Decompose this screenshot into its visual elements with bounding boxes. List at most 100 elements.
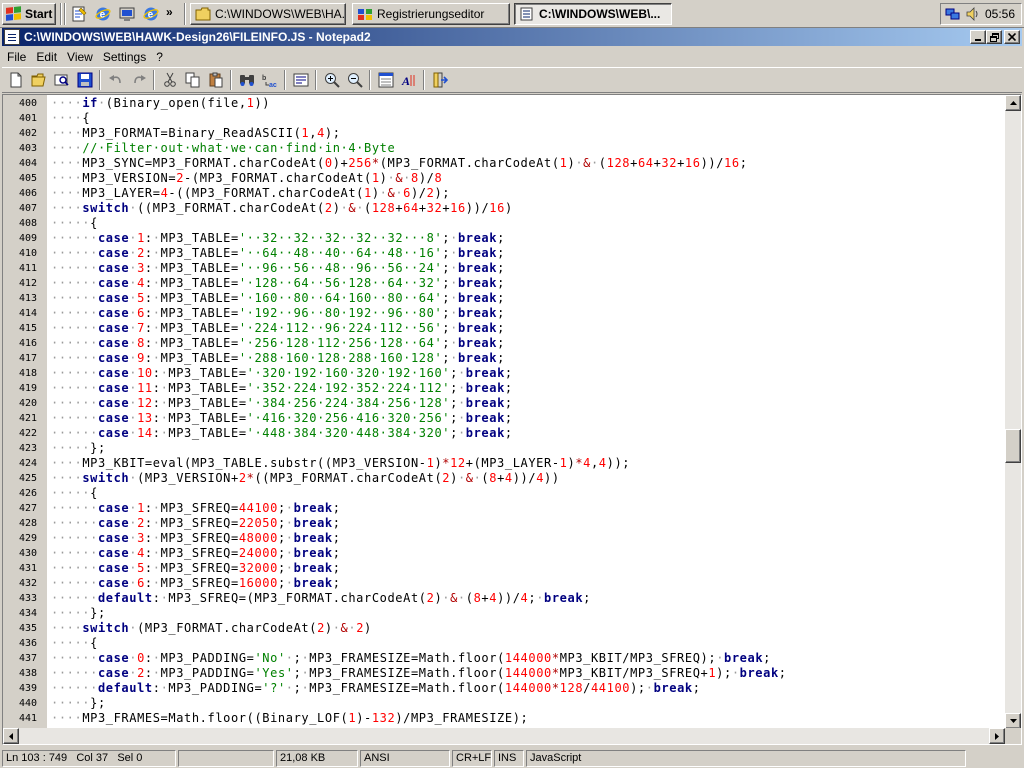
code-line: ·····{ — [51, 636, 98, 650]
scroll-down-button[interactable] — [1005, 713, 1021, 729]
menu-edit[interactable]: Edit — [31, 50, 62, 64]
network-icon[interactable] — [945, 6, 961, 22]
save-button[interactable] — [73, 69, 96, 91]
arrow-left-icon — [9, 732, 13, 740]
windows-logo-icon — [6, 6, 22, 22]
code-line: ······case·5:·MP3_TABLE='·160··80··64·16… — [51, 291, 505, 305]
toolbar-separator — [99, 70, 101, 90]
undo-button[interactable] — [104, 69, 127, 91]
menu-help[interactable]: ? — [151, 50, 168, 64]
svg-text:A: A — [401, 74, 410, 88]
replace-button[interactable]: b ac — [258, 69, 281, 91]
status-lexer[interactable]: JavaScript — [526, 750, 966, 767]
quicklaunch-chevron-icon[interactable]: » — [166, 5, 173, 19]
zoom-out-icon — [347, 73, 363, 88]
line-number: 422 — [18, 428, 37, 439]
status-line-endings[interactable]: CR+LF — [452, 750, 492, 767]
code-line: ······case·2:·MP3_SFREQ=22050;·break; — [51, 516, 341, 530]
find-icon — [239, 75, 254, 86]
toolbar-separator — [423, 70, 425, 90]
toolbar-separator — [153, 70, 155, 90]
restore-button[interactable] — [986, 30, 1002, 44]
zoom-in-button[interactable] — [320, 69, 343, 91]
code-line: ····switch·((MP3_FORMAT.charCodeAt(2)·&·… — [51, 201, 513, 215]
code-line: ····//·Filter·out·what·we·can·find·in·4·… — [51, 141, 396, 155]
redo-button[interactable] — [127, 69, 150, 91]
code-line: ······case·2:·MP3_TABLE='··64··48··40··6… — [51, 246, 505, 260]
code-line: ······case·14:·MP3_TABLE='·448·384·320·4… — [51, 426, 513, 440]
vertical-scroll-thumb[interactable] — [1005, 429, 1021, 463]
editor-area[interactable]: 400 401 402 403 404 405 406 407 408 409 410 411 412 4… — [2, 94, 1022, 745]
code-line: ·····{ — [51, 486, 98, 500]
status-encoding[interactable]: ANSI — [360, 750, 450, 767]
line-number: 404 — [18, 158, 37, 169]
cut-button[interactable] — [158, 69, 181, 91]
code-line: ······case·1:·MP3_SFREQ=44100;·break; — [51, 501, 341, 515]
exit-button[interactable] — [428, 69, 451, 91]
word-wrap-button[interactable] — [289, 69, 312, 91]
open-file-button[interactable] — [27, 69, 50, 91]
clock[interactable]: 05:56 — [985, 7, 1015, 21]
toolbar-separator — [284, 70, 286, 90]
line-number: 433 — [18, 593, 37, 604]
line-number: 423 — [18, 443, 37, 454]
scroll-right-button[interactable] — [989, 728, 1005, 744]
line-number: 441 — [18, 713, 37, 724]
scroll-left-button[interactable] — [3, 728, 19, 744]
line-number: 419 — [18, 383, 37, 394]
paste-button[interactable] — [204, 69, 227, 91]
close-button[interactable] — [1004, 30, 1020, 44]
status-insert-mode[interactable]: INS — [494, 750, 524, 767]
toolbar-separator — [369, 70, 371, 90]
notepad-icon[interactable] — [70, 5, 88, 23]
show-desktop-icon[interactable] — [118, 5, 136, 23]
code-view[interactable]: ····if·(Binary_open(file,1)) ····{····MP3… — [51, 95, 1005, 731]
toolbar-separator — [315, 70, 317, 90]
schemes-button[interactable] — [374, 69, 397, 91]
line-number: 406 — [18, 188, 37, 199]
copy-button[interactable] — [181, 69, 204, 91]
code-line: ····MP3_SYNC=MP3_FORMAT.charCodeAt(0)+25… — [51, 156, 748, 170]
browse-icon — [54, 74, 69, 86]
font-icon: A — [401, 74, 414, 88]
line-number: 412 — [18, 278, 37, 289]
code-line: ····{ — [51, 111, 91, 125]
new-file-button[interactable] — [4, 69, 27, 91]
start-button[interactable]: Start — [2, 3, 56, 25]
scroll-up-button[interactable] — [1005, 95, 1021, 111]
ie-icon[interactable]: e — [142, 5, 160, 23]
find-button[interactable] — [235, 69, 258, 91]
menu-file[interactable]: File — [2, 50, 31, 64]
start-label: Start — [25, 7, 53, 21]
arrow-up-icon — [1009, 101, 1017, 105]
line-number: 410 — [18, 248, 37, 259]
code-line: ······case·9:·MP3_TABLE='·288·160·128·28… — [51, 351, 505, 365]
menu-view[interactable]: View — [62, 50, 98, 64]
schemes-icon — [378, 72, 393, 88]
svg-text:b: b — [262, 75, 266, 82]
task-button-notepad2[interactable]: C:\WINDOWS\WEB\... — [514, 3, 672, 25]
browse-button[interactable] — [50, 69, 73, 91]
minimize-button[interactable] — [970, 30, 986, 44]
customize-schemes-button[interactable]: A — [397, 69, 420, 91]
line-number: 405 — [18, 173, 37, 184]
vertical-scrollbar[interactable] — [1005, 95, 1021, 729]
menu-settings[interactable]: Settings — [98, 50, 151, 64]
line-number: 414 — [18, 308, 37, 319]
code-line: ······default:·MP3_PADDING='?'·;·MP3_FRA… — [51, 681, 701, 695]
line-number: 432 — [18, 578, 37, 589]
line-number: 437 — [18, 653, 37, 664]
horizontal-scrollbar[interactable] — [3, 728, 1005, 744]
code-line: ······case·0:·MP3_PADDING='No'·;·MP3_FRA… — [51, 651, 771, 665]
notepad2-icon[interactable] — [4, 29, 20, 45]
ie-icon[interactable]: e — [94, 5, 112, 23]
notepad2-icon — [519, 7, 535, 21]
zoom-in-icon — [324, 73, 340, 88]
zoom-out-button[interactable] — [343, 69, 366, 91]
title-bar[interactable]: C:\WINDOWS\WEB\HAWK-Design26\FILEINFO.JS… — [2, 28, 1022, 46]
task-button-explorer[interactable]: C:\WINDOWS\WEB\HA... — [190, 3, 346, 25]
volume-icon[interactable] — [965, 6, 981, 22]
svg-text:e: e — [148, 10, 154, 21]
task-button-regedit[interactable]: Registrierungseditor — [352, 3, 510, 25]
arrow-down-icon — [1009, 719, 1017, 723]
